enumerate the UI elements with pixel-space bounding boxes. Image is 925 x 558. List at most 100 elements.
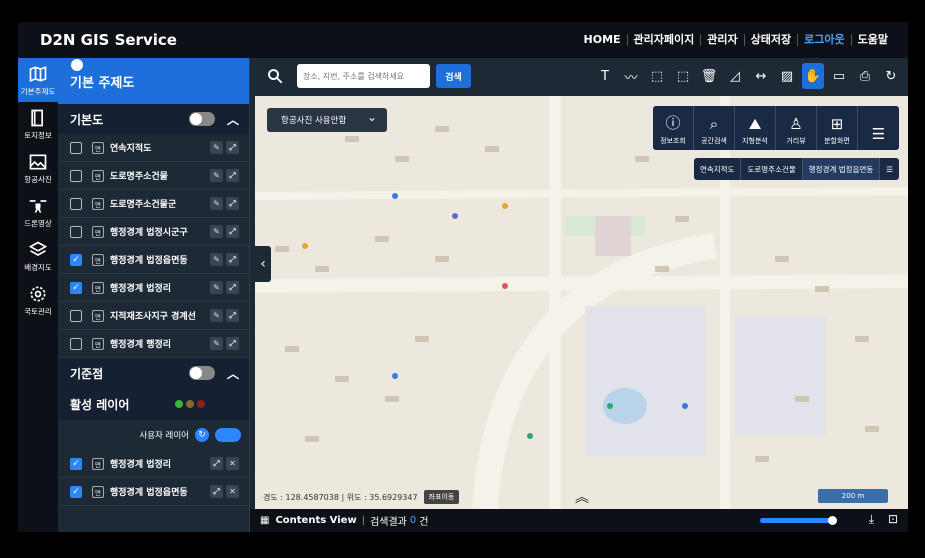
print-icon[interactable]: ⎙ [854, 63, 876, 89]
trash-icon[interactable]: 🗑 [698, 63, 720, 89]
nav-home[interactable]: HOME [578, 34, 627, 46]
nav-help[interactable]: 도움말 [850, 34, 894, 46]
chip-building[interactable]: 도로명주소건물 [741, 158, 803, 180]
expand-icon[interactable]: ⤢ [210, 457, 223, 470]
edit-icon[interactable]: ✎ [210, 253, 223, 266]
opacity-slider[interactable] [760, 516, 837, 525]
nav-admin-page[interactable]: 관리자페이지 [626, 34, 701, 46]
collapse-tools-icon[interactable]: ☰ [858, 106, 899, 150]
reset-icon[interactable]: ↻ [880, 63, 902, 89]
layer-checkbox[interactable]: ✓ [70, 253, 82, 266]
edit-icon[interactable]: ✎ [210, 309, 223, 322]
screen-icon[interactable]: ▭ [828, 63, 850, 89]
layer-row[interactable]: 면 도로명주소건물군 ✎ ⤢ [58, 190, 249, 218]
coordinate-move-button[interactable]: 좌표이동 [423, 490, 460, 504]
edit-icon[interactable]: ✎ [210, 225, 223, 238]
nav-logout[interactable]: 로그아웃 [797, 34, 850, 46]
contents-view-title[interactable]: Contents View [275, 515, 356, 526]
edit-icon[interactable]: ✎ [210, 141, 223, 154]
tool-terrain[interactable]: ⛰ 지형분석 [735, 106, 776, 150]
edit-icon[interactable]: ✎ [210, 197, 223, 210]
tool-spatial-search[interactable]: ⌕ 공간검색 [694, 106, 735, 150]
expand-icon[interactable]: ⤢ [226, 281, 239, 294]
rail-item-national[interactable]: 국토관리 [18, 278, 58, 322]
expand-panel-icon[interactable]: ⊡ [888, 512, 898, 526]
section-basic-toggle[interactable] [189, 112, 215, 126]
expand-icon[interactable]: ⤢ [226, 253, 239, 266]
panel-collapse-button[interactable]: ‹ [255, 246, 271, 282]
text-tool-icon[interactable]: T [594, 63, 616, 89]
layer-checkbox[interactable]: ✓ [70, 457, 82, 470]
nav-admin[interactable]: 관리자 [700, 34, 743, 46]
expand-icon[interactable]: ⤢ [210, 485, 223, 498]
layer-checkbox[interactable] [70, 141, 82, 154]
layer-checkbox[interactable] [70, 309, 82, 322]
close-icon[interactable]: ✕ [226, 485, 239, 498]
layer-checkbox[interactable] [70, 169, 82, 182]
rail-item-background[interactable]: 배경지도 [18, 234, 58, 278]
layer-checkbox[interactable]: ✓ [70, 485, 82, 498]
select-tool-icon[interactable]: ⬚ [672, 63, 694, 89]
edit-icon[interactable]: ✎ [210, 337, 223, 350]
layer-row[interactable]: 면 행정경계 행정리 ✎ ⤢ [58, 330, 249, 358]
section-reference-toggle[interactable] [189, 366, 215, 380]
search-button[interactable]: 검색 [436, 64, 471, 88]
active-layer-list: ✓ 면 행정경계 법정리 ⤢ ✕ ✓ 면 행정경계 법정읍면동 ⤢ ✕ [58, 450, 249, 506]
polygon-tool-icon[interactable]: ⬚ [646, 63, 668, 89]
refresh-icon[interactable]: ↻ [195, 428, 209, 442]
nav-save-state[interactable]: 상태저장 [743, 34, 797, 46]
expand-icon[interactable]: ⤢ [226, 225, 239, 238]
edit-icon[interactable]: ✎ [210, 169, 223, 182]
layer-row[interactable]: 면 행정경계 법정시군구 ✎ ⤢ [58, 218, 249, 246]
tool-split[interactable]: ⊞ 분할화면 [817, 106, 858, 150]
chevron-up-icon[interactable]: ︽ [575, 487, 589, 507]
chevron-up-icon[interactable]: ︿ [227, 365, 239, 382]
layer-row[interactable]: ✓ 면 행정경계 법정읍면동 ✎ ⤢ [58, 246, 249, 274]
line-tool-icon[interactable]: 〰 [620, 63, 642, 89]
zoom-search-icon[interactable] [266, 67, 284, 85]
map-canvas[interactable]: 항공사진 사용안함 ⓘ 정보조회 ⌕ 공간검색 ⛰ 지형분석 ♙ 거리뷰 ⊞ 분할화면 ☰… [255, 96, 908, 509]
rail-item-aerial[interactable]: 항공사진 [18, 146, 58, 190]
layer-checkbox[interactable]: ✓ [70, 281, 82, 294]
expand-icon[interactable]: ⤢ [226, 169, 239, 182]
expand-icon[interactable]: ⤢ [226, 309, 239, 322]
distance-measure-icon[interactable]: ↔ [750, 63, 772, 89]
rail-item-land[interactable]: 토지정보 [18, 102, 58, 146]
tool-info[interactable]: ⓘ 정보조회 [653, 106, 694, 150]
chip-cadastral[interactable]: 연속지적도 [694, 158, 742, 180]
download-icon[interactable]: ⤓ [869, 512, 874, 527]
layer-row[interactable]: 면 도로명주소건물 ✎ ⤢ [58, 162, 249, 190]
tool-streetview-label: 거리뷰 [786, 137, 806, 145]
close-icon[interactable]: ✕ [226, 457, 239, 470]
chevron-up-icon[interactable]: ︿ [227, 111, 239, 128]
edit-icon[interactable]: ✎ [210, 281, 223, 294]
area-measure-icon[interactable]: ◿ [724, 63, 746, 89]
layer-checkbox[interactable] [70, 337, 82, 350]
pan-hand-icon[interactable]: ✋ [802, 63, 824, 89]
basemap-select[interactable]: 항공사진 사용안함 [267, 108, 387, 132]
chips-menu-icon[interactable]: ☰ [880, 158, 899, 180]
layer-row[interactable]: 면 연속지적도 ✎ ⤢ [58, 134, 249, 162]
result-count: 0 [409, 515, 417, 526]
rail-label: 기본주제도 [20, 86, 56, 96]
layer-row[interactable]: 면 지적재조사지구 경계선 ✎ ⤢ [58, 302, 249, 330]
app-window: D2N GIS Service HOME 관리자페이지 관리자 상태저장 로그아… [18, 22, 908, 532]
chip-admin[interactable]: 행정경계 법정읍면동 [802, 158, 881, 180]
layer-checkbox[interactable] [70, 197, 82, 210]
expand-icon[interactable]: ⤢ [226, 337, 239, 350]
layer-row[interactable]: ✓ 면 행정경계 법정읍면동 ⤢ ✕ [58, 478, 249, 506]
rail-item-basic-map[interactable]: 기본주제도 [18, 58, 58, 102]
tool-streetview[interactable]: ♙ 거리뷰 [776, 106, 817, 150]
user-layer-toggle[interactable] [215, 428, 241, 442]
rail-item-drone[interactable]: 드론영상 [18, 190, 58, 234]
search-input[interactable] [297, 64, 430, 88]
layer-row[interactable]: ✓ 면 행정경계 법정리 ✎ ⤢ [58, 274, 249, 302]
layer-type-tag: 면 [92, 281, 104, 294]
layer-row[interactable]: ✓ 면 행정경계 법정리 ⤢ ✕ [58, 450, 249, 478]
expand-icon[interactable]: ⤢ [226, 197, 239, 210]
hatch-tool-icon[interactable]: ▨ [776, 63, 798, 89]
terrain-icon: ⛰ [748, 115, 762, 133]
expand-icon[interactable]: ⤢ [226, 141, 239, 154]
user-layer-label: 사용자 레이어 [139, 431, 189, 441]
layer-checkbox[interactable] [70, 225, 82, 238]
